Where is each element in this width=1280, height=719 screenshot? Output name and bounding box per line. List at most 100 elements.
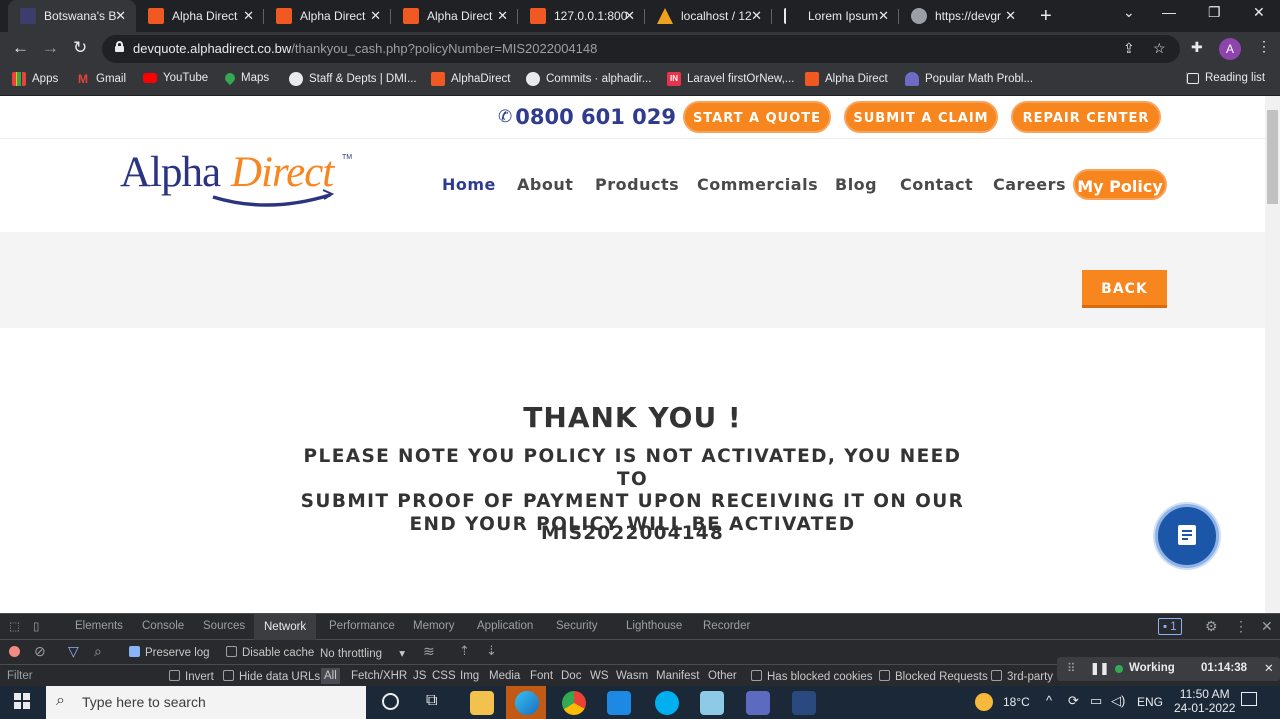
pause-icon[interactable]: ❚❚ <box>1090 661 1109 675</box>
nav-contact[interactable]: Contact <box>900 175 973 194</box>
back-button[interactable]: BACK <box>1082 270 1167 308</box>
devtools-tab-recorder[interactable]: Recorder <box>703 620 750 632</box>
browser-tab[interactable]: Alpha Direct ✕ <box>391 0 518 32</box>
type-filter-wasm[interactable]: Wasm <box>616 670 648 682</box>
drag-handle-icon[interactable]: ⠿ <box>1067 661 1075 675</box>
filter-funnel-icon[interactable]: ▽ <box>68 643 79 660</box>
type-filter-ws[interactable]: WS <box>590 670 609 682</box>
network-app-icon[interactable] <box>746 691 770 715</box>
new-tab-button[interactable]: + <box>1040 5 1052 28</box>
devtools-tab-performance[interactable]: Performance <box>329 620 395 632</box>
extensions-puzzle-icon[interactable]: ✚ <box>1191 39 1203 56</box>
close-tab-icon[interactable]: ✕ <box>624 8 635 24</box>
nav-blog[interactable]: Blog <box>835 175 877 194</box>
bookmark-star-icon[interactable]: ☆ <box>1153 40 1166 57</box>
tray-sync-icon[interactable]: ⟳ <box>1068 693 1079 709</box>
browser-tab[interactable]: 127.0.0.1:800 ✕ <box>518 0 645 32</box>
bookmark-apps[interactable]: Apps <box>12 72 58 86</box>
language-indicator[interactable]: ENG <box>1137 695 1163 709</box>
network-icon[interactable]: ▭ <box>1090 693 1102 709</box>
devtools-menu-icon[interactable]: ⋮ <box>1234 618 1248 635</box>
cortana-icon[interactable] <box>382 693 399 710</box>
blocked-requests-checkbox[interactable]: Blocked Requests <box>879 670 988 683</box>
chrome-browser-icon[interactable] <box>562 691 586 715</box>
type-filter-all[interactable]: All <box>321 668 340 684</box>
recorder-close-icon[interactable]: ✕ <box>1264 661 1274 675</box>
vscode-icon[interactable] <box>607 691 631 715</box>
type-filter-css[interactable]: CSS <box>432 670 456 682</box>
record-icon[interactable] <box>9 646 20 657</box>
temperature[interactable]: 18°C <box>1003 695 1030 709</box>
nav-careers[interactable]: Careers <box>993 175 1066 194</box>
clock[interactable]: 11:50 AM 24-01-2022 <box>1174 687 1235 715</box>
repair-center-button[interactable]: REPAIR CENTER <box>1011 101 1161 133</box>
devtools-tab-security[interactable]: Security <box>556 620 598 632</box>
lock-icon[interactable] <box>115 41 124 52</box>
close-tab-icon[interactable]: ✕ <box>1005 8 1016 24</box>
type-filter-doc[interactable]: Doc <box>561 670 581 682</box>
bookmark-gmail[interactable]: M Gmail <box>76 72 126 86</box>
back-arrow-icon[interactable]: ← <box>12 38 29 58</box>
browser-tab[interactable]: Alpha Direct ✕ <box>136 0 264 32</box>
hide-data-urls-checkbox[interactable]: Hide data URLs <box>223 670 320 683</box>
bookmark-youtube[interactable]: YouTube <box>143 72 208 84</box>
devtools-settings-gear-icon[interactable]: ⚙ <box>1205 618 1218 635</box>
type-filter-js[interactable]: JS <box>413 670 426 682</box>
forward-arrow-icon[interactable]: → <box>42 38 59 58</box>
device-toolbar-icon[interactable]: ▯ <box>33 619 39 633</box>
type-filter-fetch[interactable]: Fetch/XHR <box>351 670 407 682</box>
chat-widget-button[interactable] <box>1155 504 1219 568</box>
edge-browser-icon[interactable] <box>515 691 539 715</box>
share-icon[interactable]: ⇪ <box>1123 40 1135 57</box>
devtools-tab-lighthouse[interactable]: Lighthouse <box>626 620 682 632</box>
invert-checkbox[interactable]: Invert <box>169 670 214 683</box>
taskbar-search-box[interactable]: ⌕ Type here to search <box>46 686 366 719</box>
tray-chevron-icon[interactable]: ^ <box>1046 693 1052 708</box>
nav-products[interactable]: Products <box>595 175 679 194</box>
bookmark-alpha-direct[interactable]: Alpha Direct <box>805 72 888 86</box>
inspect-element-icon[interactable]: ⬚ <box>9 619 20 633</box>
skype-icon[interactable] <box>655 691 679 715</box>
bookmark-commits[interactable]: Commits · alphadir... <box>526 72 651 86</box>
address-bar[interactable]: devquote.alphadirect.co.bw/thankyou_cash… <box>102 35 1180 63</box>
close-tab-icon[interactable]: ✕ <box>370 8 381 24</box>
devtools-tab-application[interactable]: Application <box>477 620 533 632</box>
reload-icon[interactable]: ↻ <box>73 38 87 58</box>
filter-input[interactable]: Filter <box>7 670 33 682</box>
scrollbar-thumb[interactable] <box>1267 110 1278 204</box>
submit-claim-button[interactable]: SUBMIT A CLAIM <box>844 101 998 133</box>
browser-tab[interactable]: Lorem Ipsum ✕ <box>772 0 899 32</box>
reading-list-button[interactable]: Reading list <box>1186 72 1265 84</box>
throttling-select[interactable]: No throttling ▾ <box>320 646 405 660</box>
close-tab-icon[interactable]: ✕ <box>497 8 508 24</box>
alphadirect-logo[interactable]: Alpha Direct TM <box>118 148 358 216</box>
bookmark-math[interactable]: Popular Math Probl... <box>905 72 1033 86</box>
devtools-tab-elements[interactable]: Elements <box>75 620 123 632</box>
restore-button[interactable]: ❐ <box>1208 4 1221 21</box>
nav-commercials[interactable]: Commercials <box>697 175 818 194</box>
mysql-workbench-icon[interactable] <box>792 691 816 715</box>
file-explorer-icon[interactable] <box>470 691 494 715</box>
nav-home[interactable]: Home <box>442 175 496 194</box>
browser-tab[interactable]: https://devgr ✕ <box>899 0 1026 32</box>
profile-avatar[interactable]: A <box>1219 38 1241 60</box>
browser-tab[interactable]: Alpha Direct ✕ <box>264 0 391 32</box>
bookmark-laravel[interactable]: IN Laravel firstOrNew,... <box>667 72 794 86</box>
disable-cache-checkbox[interactable]: Disable cache <box>226 646 314 659</box>
search-icon[interactable]: ⌕ <box>94 643 102 660</box>
minimize-button[interactable]: — <box>1162 4 1176 20</box>
devtools-tab-sources[interactable]: Sources <box>203 620 245 632</box>
devtools-tab-memory[interactable]: Memory <box>413 620 455 632</box>
close-tab-icon[interactable]: ✕ <box>115 8 126 24</box>
import-har-icon[interactable]: ⇡ <box>459 643 470 659</box>
blocked-cookies-checkbox[interactable]: Has blocked cookies <box>751 670 872 683</box>
close-tab-icon[interactable]: ✕ <box>751 8 762 24</box>
type-filter-font[interactable]: Font <box>530 670 553 682</box>
my-policy-button[interactable]: My Policy <box>1073 169 1167 200</box>
notifications-icon[interactable] <box>1241 692 1257 706</box>
task-view-icon[interactable]: ⧉ <box>426 692 437 710</box>
bookmark-alphadirect[interactable]: AlphaDirect <box>431 72 510 86</box>
weather-sun-icon[interactable] <box>975 693 993 711</box>
bookmark-staff[interactable]: Staff & Depts | DMI... <box>289 72 417 86</box>
issues-badge[interactable]: ▪ 1 <box>1158 618 1182 635</box>
